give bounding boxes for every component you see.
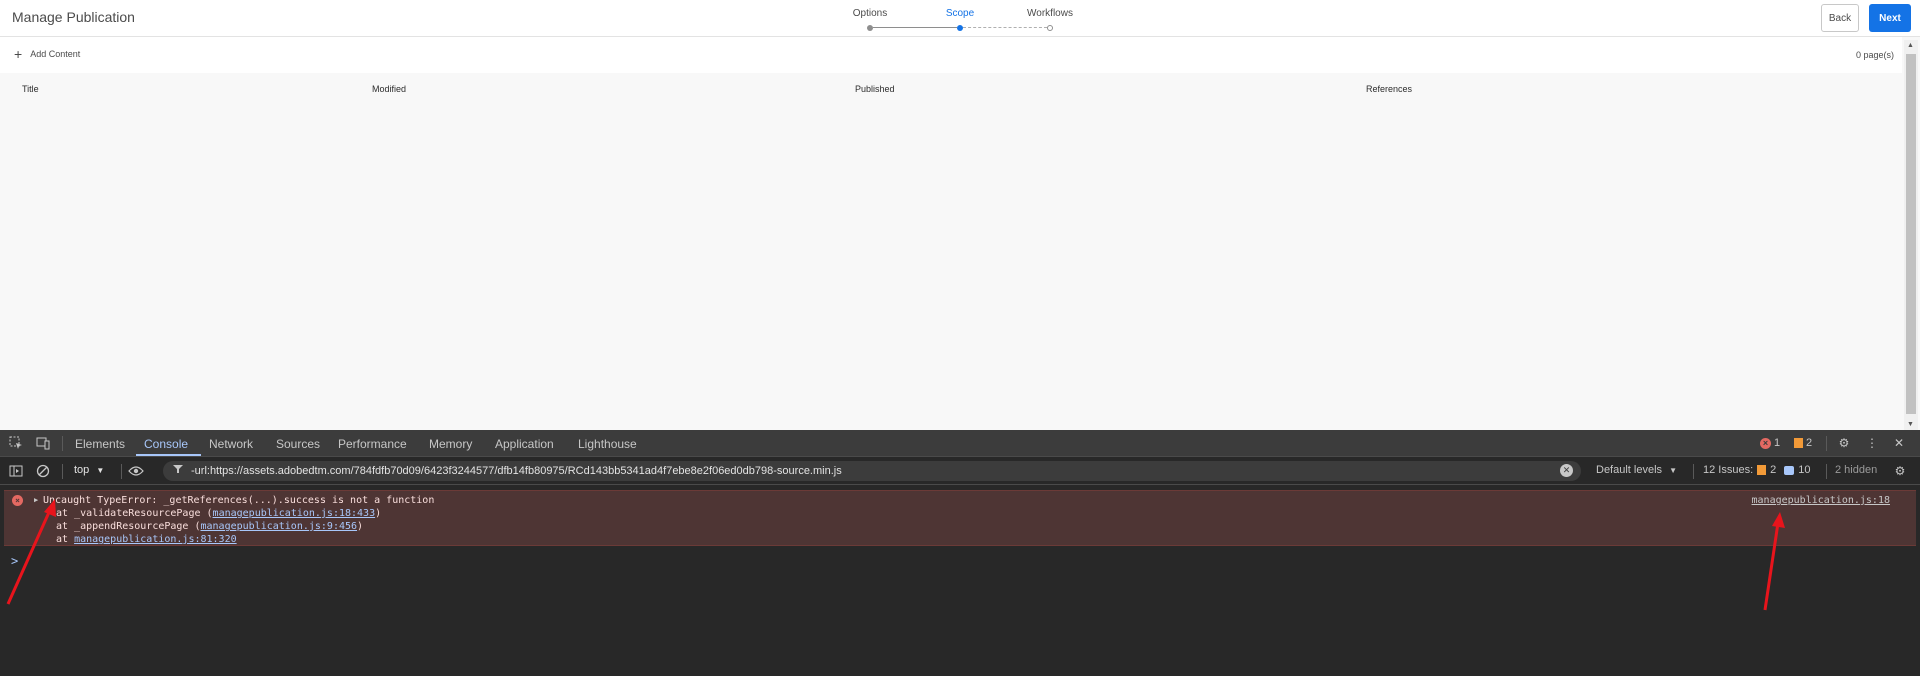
annotation-arrow-left xyxy=(6,499,56,605)
annotation-arrows xyxy=(6,499,1785,611)
annotation-arrow-right xyxy=(1763,512,1785,611)
